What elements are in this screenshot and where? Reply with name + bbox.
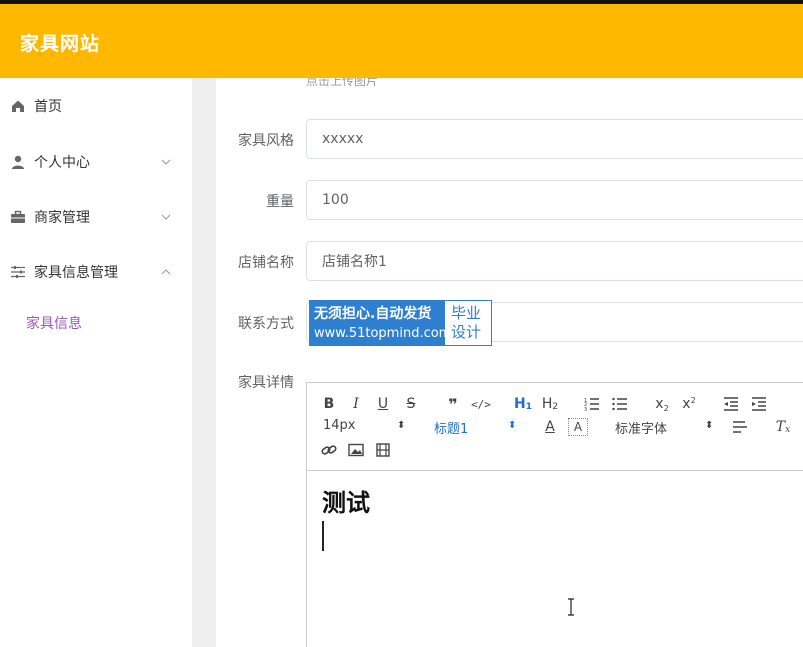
rich-text-editor[interactable]: B I U S ❞ </> H1 H2 123 x2 x2 14px ⬍ 标题1… (306, 382, 803, 647)
select-caret-icon: ⬍ (508, 420, 517, 431)
chevron-up-icon (161, 269, 171, 275)
watermark-side1: 毕业 (451, 304, 482, 322)
font-family-select[interactable]: 标准字体 ⬍ (615, 418, 714, 437)
strikethrough-icon[interactable]: S (401, 395, 421, 413)
sidebar-item-label: 个人中心 (34, 155, 90, 171)
video-icon[interactable] (373, 441, 393, 459)
link-icon[interactable] (319, 441, 339, 459)
indent-icon[interactable] (749, 395, 769, 413)
sidebar-subitem-furniture-info[interactable]: 家具信息 (0, 305, 192, 341)
superscript-icon[interactable]: x2 (679, 395, 699, 413)
watermark-badge: 无须担心.自动发货 www.51topmind.com 毕业 设计 (309, 300, 492, 346)
clear-format-icon[interactable]: Tx (773, 418, 793, 436)
content-heading: 测试 (322, 489, 370, 517)
chevron-down-icon (161, 159, 171, 165)
select-caret-icon: ⬍ (705, 420, 714, 431)
field-label-contact: 联系方式 (238, 316, 294, 332)
divider (192, 78, 216, 647)
subscript-icon[interactable]: x2 (652, 395, 672, 413)
font-color-icon[interactable]: A (540, 418, 560, 436)
header: 家具网站 (0, 4, 803, 78)
sliders-icon (11, 266, 25, 278)
site-title: 家具网站 (20, 33, 101, 55)
blockquote-icon[interactable]: ❞ (443, 395, 463, 414)
weight-input[interactable]: 100 (306, 180, 803, 220)
sidebar: 首页 个人中心 商家管理 家具信息管理 家具信息 (0, 78, 192, 647)
outdent-icon[interactable] (721, 395, 741, 413)
watermark-text: 无须担心.自动发货 www.51topmind.com (310, 301, 452, 345)
watermark-line1: 无须担心.自动发货 (314, 306, 432, 322)
font-family-value: 标准字体 (615, 422, 668, 437)
italic-icon[interactable]: I (346, 395, 366, 413)
home-icon (12, 100, 24, 112)
watermark-side2: 设计 (451, 323, 482, 341)
editor-toolbar: B I U S ❞ </> H1 H2 123 x2 x2 14px ⬍ 标题1… (307, 383, 803, 471)
watermark-line2: www.51topmind.com (314, 326, 452, 341)
sidebar-item-merchant-management[interactable]: 商家管理 (0, 197, 192, 237)
sidebar-item-personal-center[interactable]: 个人中心 (0, 142, 192, 182)
bold-icon[interactable]: B (319, 395, 339, 413)
editor-content[interactable]: 测试 (322, 483, 370, 518)
user-icon (12, 155, 24, 169)
upload-hint[interactable]: 点击上传图片 (306, 78, 378, 89)
align-icon[interactable] (730, 418, 750, 436)
code-icon[interactable]: </> (471, 395, 491, 413)
heading-value: 标题1 (434, 422, 469, 437)
font-size-value: 14px (323, 418, 356, 433)
chevron-down-icon (161, 214, 171, 220)
style-input[interactable]: xxxxx (306, 119, 803, 159)
text-cursor-icon (568, 598, 574, 616)
select-caret-icon: ⬍ (397, 420, 406, 431)
briefcase-icon (11, 210, 25, 223)
sidebar-item-label: 商家管理 (34, 210, 90, 226)
store-name-input[interactable]: 店铺名称1 (306, 241, 803, 281)
field-label-details: 家具详情 (238, 375, 294, 391)
main-form: 点击上传图片 家具风格 xxxxx 重量 100 店铺名称 店铺名称1 联系方式… (216, 78, 803, 647)
background-color-icon[interactable]: A (568, 418, 588, 436)
field-label-style: 家具风格 (238, 133, 294, 149)
ordered-list-icon[interactable]: 123 (582, 395, 602, 413)
h1-icon[interactable]: H1 (513, 395, 533, 413)
heading-select[interactable]: 标题1 ⬍ (434, 418, 517, 437)
sidebar-item-label: 家具信息管理 (34, 265, 118, 281)
h2-icon[interactable]: H2 (540, 395, 560, 413)
image-icon[interactable] (346, 441, 366, 459)
field-label-weight: 重量 (266, 194, 294, 210)
svg-text:3: 3 (584, 407, 587, 411)
sidebar-item-label: 首页 (34, 99, 62, 115)
watermark-side: 毕业 设计 (445, 301, 491, 345)
sidebar-item-home[interactable]: 首页 (0, 86, 192, 126)
underline-icon[interactable]: U (373, 395, 393, 413)
text-caret (322, 521, 324, 551)
font-size-select[interactable]: 14px ⬍ (323, 418, 405, 436)
bullet-list-icon[interactable] (610, 395, 630, 413)
sidebar-item-furniture-management[interactable]: 家具信息管理 (0, 252, 192, 292)
sidebar-subitem-label: 家具信息 (26, 316, 82, 332)
field-label-store-name: 店铺名称 (238, 255, 294, 271)
